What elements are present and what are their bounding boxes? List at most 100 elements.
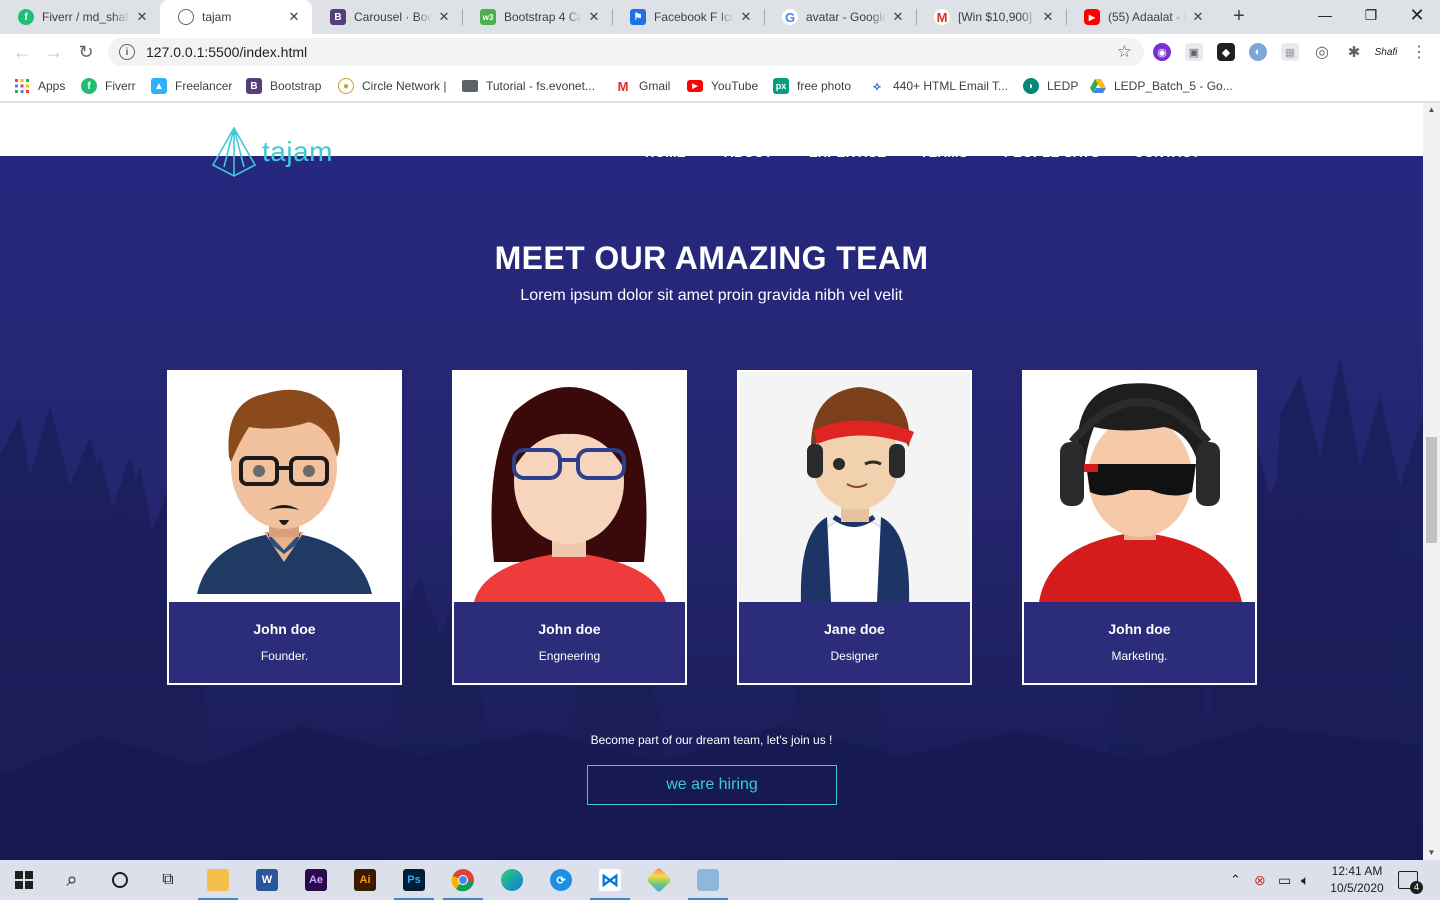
close-tab-icon[interactable]: ✕: [738, 9, 754, 25]
browser-tab[interactable]: M [Win $10,900] Li ✕: [916, 0, 1066, 34]
illustrator-icon[interactable]: Ai: [341, 860, 389, 900]
bookmark-circle-network[interactable]: ● Circle Network |: [338, 77, 446, 95]
bookmark-free-photo[interactable]: px free photo: [773, 77, 851, 95]
bookmark-freelancer[interactable]: ▲ Freelancer: [151, 77, 232, 95]
minimize-button[interactable]: —: [1302, 0, 1348, 30]
file-explorer-icon[interactable]: [194, 860, 242, 900]
browser-tab[interactable]: B Carousel · Bootstrap ✕: [312, 0, 462, 34]
notification-center-icon[interactable]: 4: [1398, 860, 1423, 900]
nav-people-says[interactable]: PEOPLE SAYS: [1004, 145, 1100, 159]
bootstrap-icon: B: [246, 78, 262, 94]
extension-icon[interactable]: ◉: [1153, 43, 1171, 61]
tab-title: Fiverr / md_shafi: [42, 10, 130, 24]
nav-contact[interactable]: CONTACT: [1134, 145, 1200, 159]
scroll-up-icon[interactable]: ▲: [1423, 103, 1440, 117]
team-card[interactable]: John doe Engneering: [452, 370, 687, 685]
bookmark-apps[interactable]: Apps: [14, 77, 65, 95]
url-text[interactable]: 127.0.0.1:5500/index.html: [146, 44, 307, 60]
close-tab-icon[interactable]: ✕: [286, 9, 302, 25]
windows-start-icon[interactable]: [0, 860, 48, 900]
bookmark-tutorial[interactable]: Tutorial - fs.evonet...: [462, 77, 595, 95]
cortana-icon[interactable]: [96, 860, 144, 900]
back-icon[interactable]: ←: [10, 40, 34, 64]
browser-tab-active[interactable]: tajam ✕: [160, 0, 312, 34]
search-icon[interactable]: ⌕: [48, 860, 96, 900]
team-avatar-image: [739, 372, 970, 602]
windows-taskbar: ⌕ ⧉ W Ae Ai Ps ⟳ ⋈ ⌃ ⊗ ▭ 🔈︎ 12:41 AM 10/…: [0, 860, 1440, 900]
circle-network-icon: ●: [338, 78, 354, 94]
team-card[interactable]: John doe Marketing.: [1022, 370, 1257, 685]
member-role: Founder.: [260, 649, 309, 663]
extension-icon[interactable]: ▦: [1281, 43, 1299, 61]
bookmarks-bar: Apps f Fiverr ▲ Freelancer B Bootstrap ●…: [0, 70, 1440, 102]
close-tab-icon[interactable]: ✕: [134, 9, 150, 25]
show-hidden-icons[interactable]: ⌃: [1230, 860, 1241, 900]
team-section: MEET OUR AMAZING TEAM Lorem ipsum dolor …: [0, 156, 1423, 860]
puzzle-extensions-icon[interactable]: ✱: [1345, 43, 1363, 61]
after-effects-icon[interactable]: Ae: [292, 860, 340, 900]
browser-tab[interactable]: G avatar - Google Search ✕: [764, 0, 916, 34]
page-scrollbar[interactable]: ▲ ▼: [1423, 103, 1440, 860]
new-tab-button[interactable]: +: [1228, 5, 1250, 27]
profile-avatar[interactable]: Shafi: [1374, 43, 1398, 61]
team-card[interactable]: John doe Founder.: [167, 370, 402, 685]
scroll-down-icon[interactable]: ▼: [1423, 846, 1440, 860]
task-view-icon[interactable]: ⧉: [144, 860, 192, 900]
network-icon[interactable]: ▭: [1278, 860, 1291, 900]
extension-icon[interactable]: ◎: [1313, 43, 1331, 61]
chrome-icon[interactable]: [439, 860, 487, 900]
edge-icon[interactable]: [488, 860, 536, 900]
bookmark-youtube[interactable]: ▶ YouTube: [687, 77, 758, 95]
forward-icon[interactable]: →: [42, 40, 66, 64]
browser-tab[interactable]: f Fiverr / md_shafi ✕: [0, 0, 160, 34]
cube-extension-icon[interactable]: ◆: [1217, 43, 1235, 61]
close-tab-icon[interactable]: ✕: [436, 9, 452, 25]
pexels-icon: px: [773, 78, 789, 94]
nav-home[interactable]: HOME: [645, 145, 686, 159]
restore-button[interactable]: ❐: [1348, 0, 1394, 30]
cast-icon[interactable]: ▣: [1185, 43, 1203, 61]
close-window-button[interactable]: ✕: [1394, 0, 1440, 30]
team-card[interactable]: Jane doe Designer: [737, 370, 972, 685]
globe-icon: [178, 9, 194, 25]
hiring-button[interactable]: we are hiring: [587, 765, 837, 805]
volume-icon[interactable]: 🔈︎: [1301, 860, 1309, 900]
scrollbar-thumb[interactable]: [1426, 437, 1437, 543]
antivirus-icon[interactable]: ⊗: [1254, 860, 1266, 900]
app-icon[interactable]: [635, 860, 683, 900]
bookmark-label: 440+ HTML Email T...: [893, 79, 1009, 93]
address-bar[interactable]: i 127.0.0.1:5500/index.html ☆: [108, 38, 1144, 66]
system-clock[interactable]: 12:41 AM 10/5/2020: [1322, 863, 1392, 897]
menu-kebab-icon[interactable]: ⋮: [1410, 43, 1428, 61]
bookmark-fiverr[interactable]: f Fiverr: [81, 77, 136, 95]
app-icon[interactable]: [684, 860, 732, 900]
nav-teams[interactable]: TEAMS: [920, 145, 968, 159]
app-icon[interactable]: ⟳: [537, 860, 585, 900]
browser-tab[interactable]: ⚑ Facebook F Icon ✕: [612, 0, 764, 34]
bookmark-email-templates[interactable]: ⟡ 440+ HTML Email T...: [869, 77, 1008, 95]
close-tab-icon[interactable]: ✕: [890, 9, 906, 25]
browser-tab[interactable]: ▶ (55) Adaalat - Be ✕: [1066, 0, 1216, 34]
bootstrap-icon: B: [330, 9, 346, 25]
section-subtitle: Lorem ipsum dolor sit amet proin gravida…: [520, 287, 903, 304]
close-tab-icon[interactable]: ✕: [1190, 9, 1206, 25]
bookmark-label: Tutorial - fs.evonet...: [486, 79, 595, 93]
extension-icon[interactable]: ◐: [1249, 43, 1267, 61]
bookmark-bootstrap[interactable]: B Bootstrap: [246, 77, 321, 95]
bookmark-ledp[interactable]: ◗ LEDP: [1023, 77, 1078, 95]
close-tab-icon[interactable]: ✕: [586, 9, 602, 25]
freelancer-icon: ▲: [151, 78, 167, 94]
word-icon[interactable]: W: [243, 860, 291, 900]
reload-icon[interactable]: ↻: [74, 40, 98, 64]
info-icon[interactable]: i: [119, 44, 135, 60]
bookmark-gmail[interactable]: M Gmail: [615, 77, 670, 95]
nav-about[interactable]: ABOUT: [724, 145, 773, 159]
photoshop-icon[interactable]: Ps: [390, 860, 438, 900]
vscode-icon[interactable]: ⋈: [586, 860, 634, 900]
member-role: Marketing.: [1111, 649, 1168, 663]
bookmark-star-icon[interactable]: ☆: [1117, 42, 1132, 62]
nav-expertise[interactable]: EXPERTISE: [809, 145, 886, 159]
browser-tab[interactable]: w3 Bootstrap 4 Cards ✕: [462, 0, 612, 34]
close-tab-icon[interactable]: ✕: [1040, 9, 1056, 25]
bookmark-ledp-batch[interactable]: LEDP_Batch_5 - Go...: [1090, 77, 1233, 95]
